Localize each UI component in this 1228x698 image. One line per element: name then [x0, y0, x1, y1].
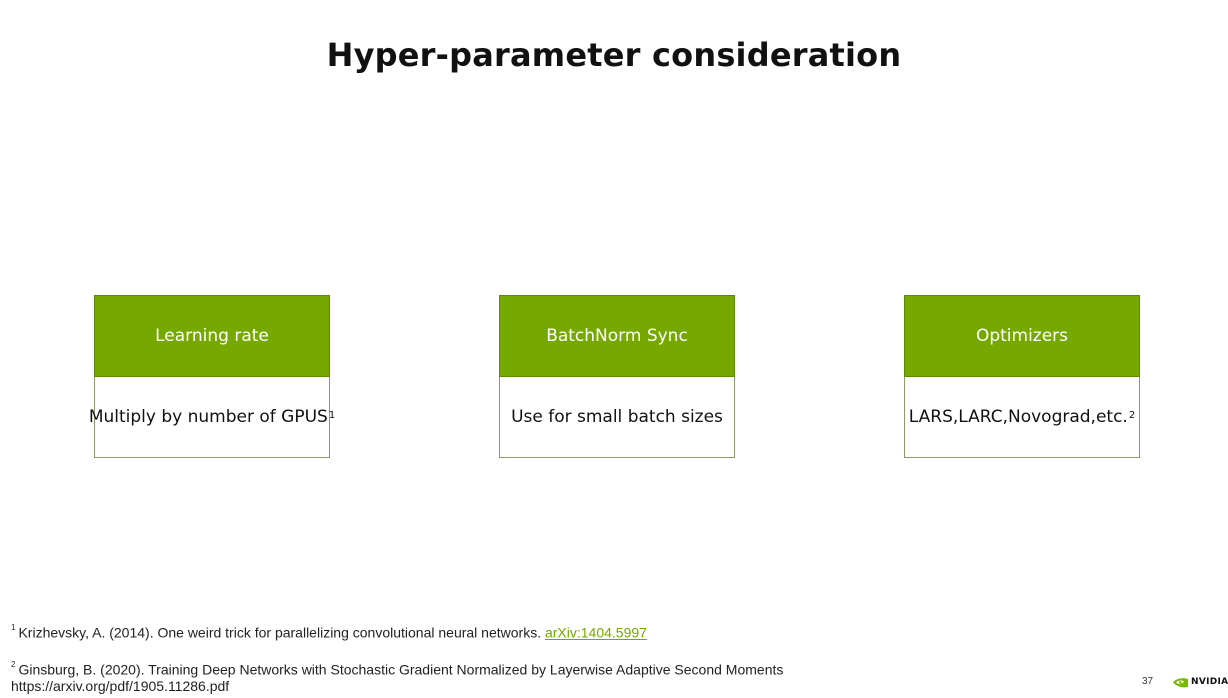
footnote-2: 2 Ginsburg, B. (2020). Training Deep Netw…: [11, 658, 811, 696]
footnote-marker: 2: [1128, 409, 1136, 421]
footnote-marker: 1: [11, 623, 16, 632]
footnote-text: Krizhevsky, A. (2014). One weird trick f…: [18, 624, 545, 641]
card-learning-rate: Learning rate Multiply by number of GPUS…: [89, 295, 335, 458]
card-body-text: Use for small batch sizes: [511, 407, 723, 427]
nvidia-logo: NVIDIA: [1172, 675, 1228, 689]
card-header: Learning rate: [94, 295, 330, 377]
card-optimizers: Optimizers LARS,LARC,Novograd,etc. 2: [904, 295, 1140, 458]
footnote-marker: 2: [11, 659, 16, 669]
card-body: Use for small batch sizes: [499, 377, 735, 458]
card-batchnorm-sync: BatchNorm Sync Use for small batch sizes: [499, 295, 735, 458]
card-body: Multiply by number of GPUS 1: [89, 377, 335, 458]
arxiv-link[interactable]: arXiv:1404.5997: [545, 625, 647, 641]
card-header: BatchNorm Sync: [499, 295, 735, 377]
logo-text: NVIDIA: [1191, 677, 1228, 687]
footnote-1: 1 Krizhevsky, A. (2014). One weird trick …: [11, 621, 811, 642]
footnote-text: Ginsburg, B. (2020). Training Deep Netwo…: [11, 661, 784, 695]
card-body-text: Multiply by number of GPUS: [88, 407, 328, 427]
nvidia-eye-icon: [1173, 677, 1188, 687]
page-number: 37: [1142, 676, 1154, 687]
slide-title: Hyper-parameter consideration: [326, 36, 902, 74]
footnotes: 1 Krizhevsky, A. (2014). One weird trick …: [11, 621, 811, 695]
card-header: Optimizers: [904, 295, 1140, 377]
footnote-marker: 1: [328, 409, 336, 421]
card-body: LARS,LARC,Novograd,etc. 2: [904, 377, 1140, 458]
card-body-text: LARS,LARC,Novograd,etc.: [908, 407, 1128, 427]
